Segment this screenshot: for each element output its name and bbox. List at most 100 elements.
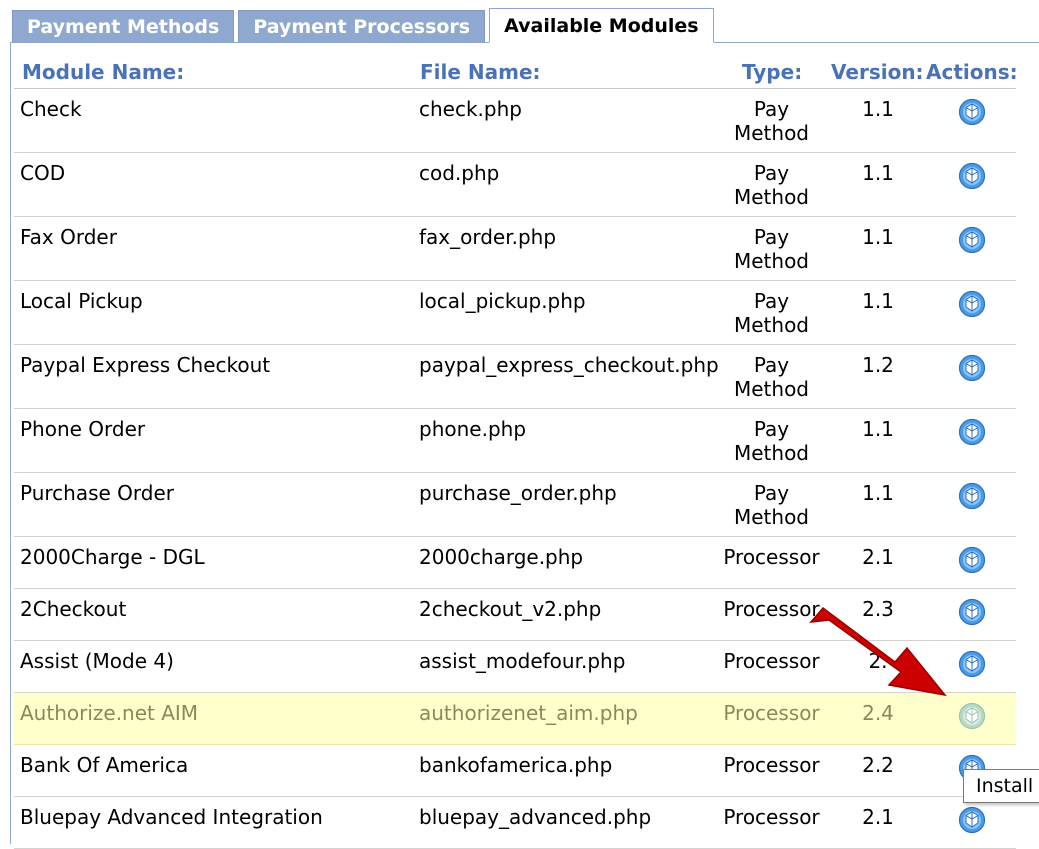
type-cell: Pay Method: [720, 289, 823, 337]
header-module-name: Module Name:: [22, 60, 185, 84]
install-button[interactable]: [958, 546, 986, 574]
file-name-cell: fax_order.php: [419, 225, 557, 249]
install-icon: [958, 482, 986, 510]
install-icon: [958, 806, 986, 834]
module-name-cell: Purchase Order: [20, 481, 175, 505]
install-button[interactable]: [958, 598, 986, 626]
type-line-1: Processor: [723, 753, 820, 777]
type-cell: Processor: [720, 805, 823, 829]
header-file-name: File Name:: [420, 60, 541, 84]
type-line-2: Method: [733, 313, 809, 337]
module-tabs: Payment Methods Payment Processors Avail…: [12, 8, 718, 43]
install-button[interactable]: [958, 702, 986, 730]
file-name-cell: paypal_express_checkout.php: [419, 353, 719, 377]
type-line-1: Pay: [753, 161, 790, 185]
type-cell: Pay Method: [720, 225, 823, 273]
table-row: Local Pickup local_pickup.php Pay Method 1.1: [14, 281, 1016, 345]
install-button[interactable]: [958, 354, 986, 382]
version-cell: 1.1: [862, 225, 894, 249]
module-name-cell: Check: [20, 97, 82, 121]
type-line-1: Pay: [753, 353, 790, 377]
module-name-cell: Authorize.net AIM: [20, 701, 199, 725]
type-line-2: Method: [733, 505, 809, 529]
type-cell: Pay Method: [720, 353, 823, 401]
file-name-cell: authorizenet_aim.php: [419, 701, 638, 725]
table-row: Check check.php Pay Method 1.1: [14, 89, 1016, 153]
type-line-1: Pay: [753, 225, 790, 249]
type-cell: Processor: [720, 701, 823, 725]
install-button[interactable]: [958, 162, 986, 190]
version-cell: 1.2: [862, 353, 894, 377]
install-icon: [958, 546, 986, 574]
version-cell: 1.1: [862, 289, 894, 313]
module-name-cell: COD: [20, 161, 66, 185]
tab-payment-methods[interactable]: Payment Methods: [12, 10, 235, 43]
header-actions: Actions:: [926, 60, 1018, 84]
install-button[interactable]: [958, 226, 986, 254]
type-cell: Processor: [720, 545, 823, 569]
install-button[interactable]: [958, 418, 986, 446]
install-icon: [958, 418, 986, 446]
install-icon: [958, 226, 986, 254]
file-name-cell: bluepay_advanced.php: [419, 805, 652, 829]
module-name-cell: Assist (Mode 4): [20, 649, 174, 673]
install-icon: [958, 162, 986, 190]
type-cell: Pay Method: [720, 417, 823, 465]
module-name-cell: Local Pickup: [20, 289, 143, 313]
install-button[interactable]: [958, 482, 986, 510]
version-cell: 1.1: [862, 417, 894, 441]
version-cell: 1.1: [862, 161, 894, 185]
install-button[interactable]: [958, 98, 986, 126]
type-cell: Pay Method: [720, 161, 823, 209]
table-row: Purchase Order purchase_order.php Pay Metho…: [14, 473, 1016, 537]
version-cell: 2.1: [862, 805, 894, 829]
module-name-cell: Paypal Express Checkout: [20, 353, 271, 377]
table-header: Module Name: File Name: Type: Version: A…: [0, 54, 1039, 90]
type-line-2: Method: [733, 377, 809, 401]
type-line-1: Processor: [723, 701, 820, 725]
install-icon: [958, 702, 986, 730]
module-name-cell: 2000Charge - DGL: [20, 545, 205, 569]
module-name-cell: Fax Order: [20, 225, 117, 249]
type-line-1: Pay: [753, 417, 790, 441]
header-version: Version:: [831, 60, 924, 84]
file-name-cell: 2checkout_v2.php: [419, 597, 602, 621]
type-line-1: Processor: [723, 545, 820, 569]
version-cell: 2.4: [862, 701, 894, 725]
type-line-2: Method: [733, 185, 809, 209]
table-row: Bluepay Advanced Integration bluepay_adva…: [14, 797, 1016, 849]
module-name-cell: 2Checkout: [20, 597, 127, 621]
module-name-cell: Bluepay Advanced Integration: [20, 805, 323, 829]
install-button[interactable]: [958, 650, 986, 678]
type-cell: Pay Method: [720, 97, 823, 145]
install-icon: [958, 598, 986, 626]
install-icon: [958, 650, 986, 678]
install-button[interactable]: [958, 290, 986, 318]
install-icon: [958, 290, 986, 318]
version-cell: 1.1: [862, 97, 894, 121]
modules-table-body: Check check.php Pay Method 1.1 COD cod.php Pay M…: [14, 89, 1016, 849]
table-row: COD cod.php Pay Method 1.1: [14, 153, 1016, 217]
version-cell: 2.1: [862, 545, 894, 569]
table-row: Bank Of America bankofamerica.php Processo…: [14, 745, 1016, 797]
file-name-cell: local_pickup.php: [419, 289, 586, 313]
type-cell: Processor: [720, 753, 823, 777]
table-row: Phone Order phone.php Pay Method 1.1: [14, 409, 1016, 473]
table-row: Paypal Express Checkout paypal_express_ch…: [14, 345, 1016, 409]
type-line-1: Pay: [753, 289, 790, 313]
install-button[interactable]: [958, 806, 986, 834]
type-line-1: Processor: [723, 805, 820, 829]
type-line-2: Method: [733, 441, 809, 465]
version-cell: 1.1: [862, 481, 894, 505]
table-row: Fax Order fax_order.php Pay Method 1.1: [14, 217, 1016, 281]
type-line-2: Method: [733, 249, 809, 273]
install-icon: [958, 354, 986, 382]
tab-payment-processors[interactable]: Payment Processors: [238, 10, 486, 43]
file-name-cell: assist_modefour.php: [419, 649, 626, 673]
module-name-cell: Phone Order: [20, 417, 146, 441]
tab-available-modules[interactable]: Available Modules: [489, 8, 714, 43]
file-name-cell: bankofamerica.php: [419, 753, 613, 777]
file-name-cell: 2000charge.php: [419, 545, 584, 569]
version-cell: 2.2: [862, 753, 894, 777]
type-line-1: Pay: [753, 97, 790, 121]
